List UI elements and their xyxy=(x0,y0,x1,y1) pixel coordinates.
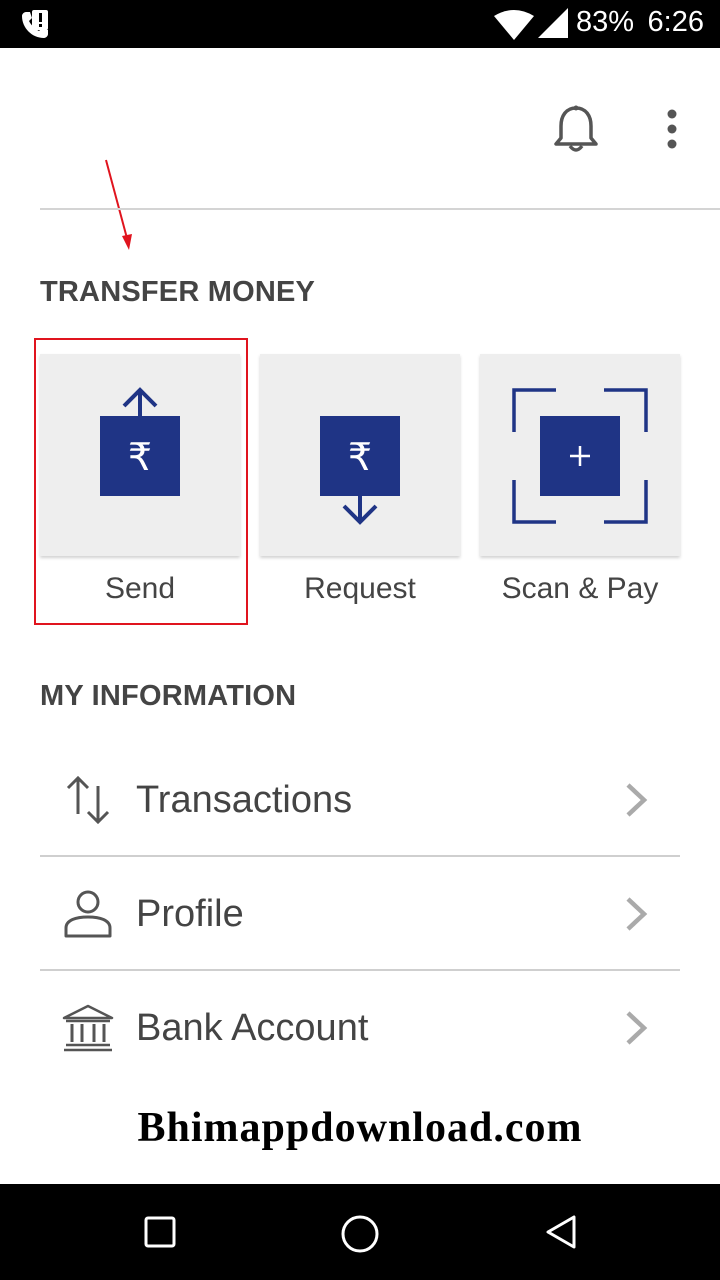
chevron-right-icon xyxy=(626,1011,648,1045)
wifi-icon xyxy=(494,10,534,40)
home-circle-icon[interactable] xyxy=(340,1214,380,1254)
navigation-bar xyxy=(0,1184,720,1280)
profile-icon xyxy=(64,890,112,938)
svg-text:₹: ₹ xyxy=(348,435,372,479)
section-title-transfer-money: TRANSFER MONEY xyxy=(40,276,316,308)
scan-pay-tile[interactable] xyxy=(480,354,680,556)
bell-icon[interactable] xyxy=(552,104,600,154)
scan-pay-icon xyxy=(512,388,648,524)
send-highlight-annotation xyxy=(34,338,248,625)
bank-account-label: Bank Account xyxy=(136,1007,369,1049)
bank-account-row[interactable]: Bank Account xyxy=(40,972,680,1084)
transactions-icon xyxy=(66,775,110,825)
watermark-text: Bhimappdownload.com xyxy=(137,1105,583,1151)
status-bar: 83% 6:26 xyxy=(0,0,720,48)
transactions-label: Transactions xyxy=(136,779,353,821)
row-divider xyxy=(40,855,680,857)
alert-notification-icon xyxy=(32,10,48,30)
bank-icon xyxy=(62,1004,114,1052)
profile-label: Profile xyxy=(136,893,244,935)
chevron-right-icon xyxy=(626,897,648,931)
row-divider xyxy=(40,969,680,971)
signal-icon xyxy=(538,8,568,38)
section-title-my-information: MY INFORMATION xyxy=(40,680,297,712)
app-bar-divider xyxy=(40,208,720,210)
request-tile[interactable]: ₹ xyxy=(260,354,460,556)
overflow-menu-icon[interactable] xyxy=(662,108,682,150)
recents-square-icon[interactable] xyxy=(144,1216,176,1248)
chevron-right-icon xyxy=(626,783,648,817)
status-time: 6:26 xyxy=(647,6,704,38)
request-money-icon: ₹ xyxy=(320,416,400,525)
scan-pay-label[interactable]: Scan & Pay xyxy=(470,572,690,606)
annotation-arrow xyxy=(105,159,132,250)
battery-percentage: 83% xyxy=(575,6,634,38)
back-triangle-icon[interactable] xyxy=(544,1214,578,1250)
profile-row[interactable]: Profile xyxy=(40,858,680,970)
transactions-row[interactable]: Transactions xyxy=(40,744,680,856)
request-label[interactable]: Request xyxy=(250,572,470,606)
